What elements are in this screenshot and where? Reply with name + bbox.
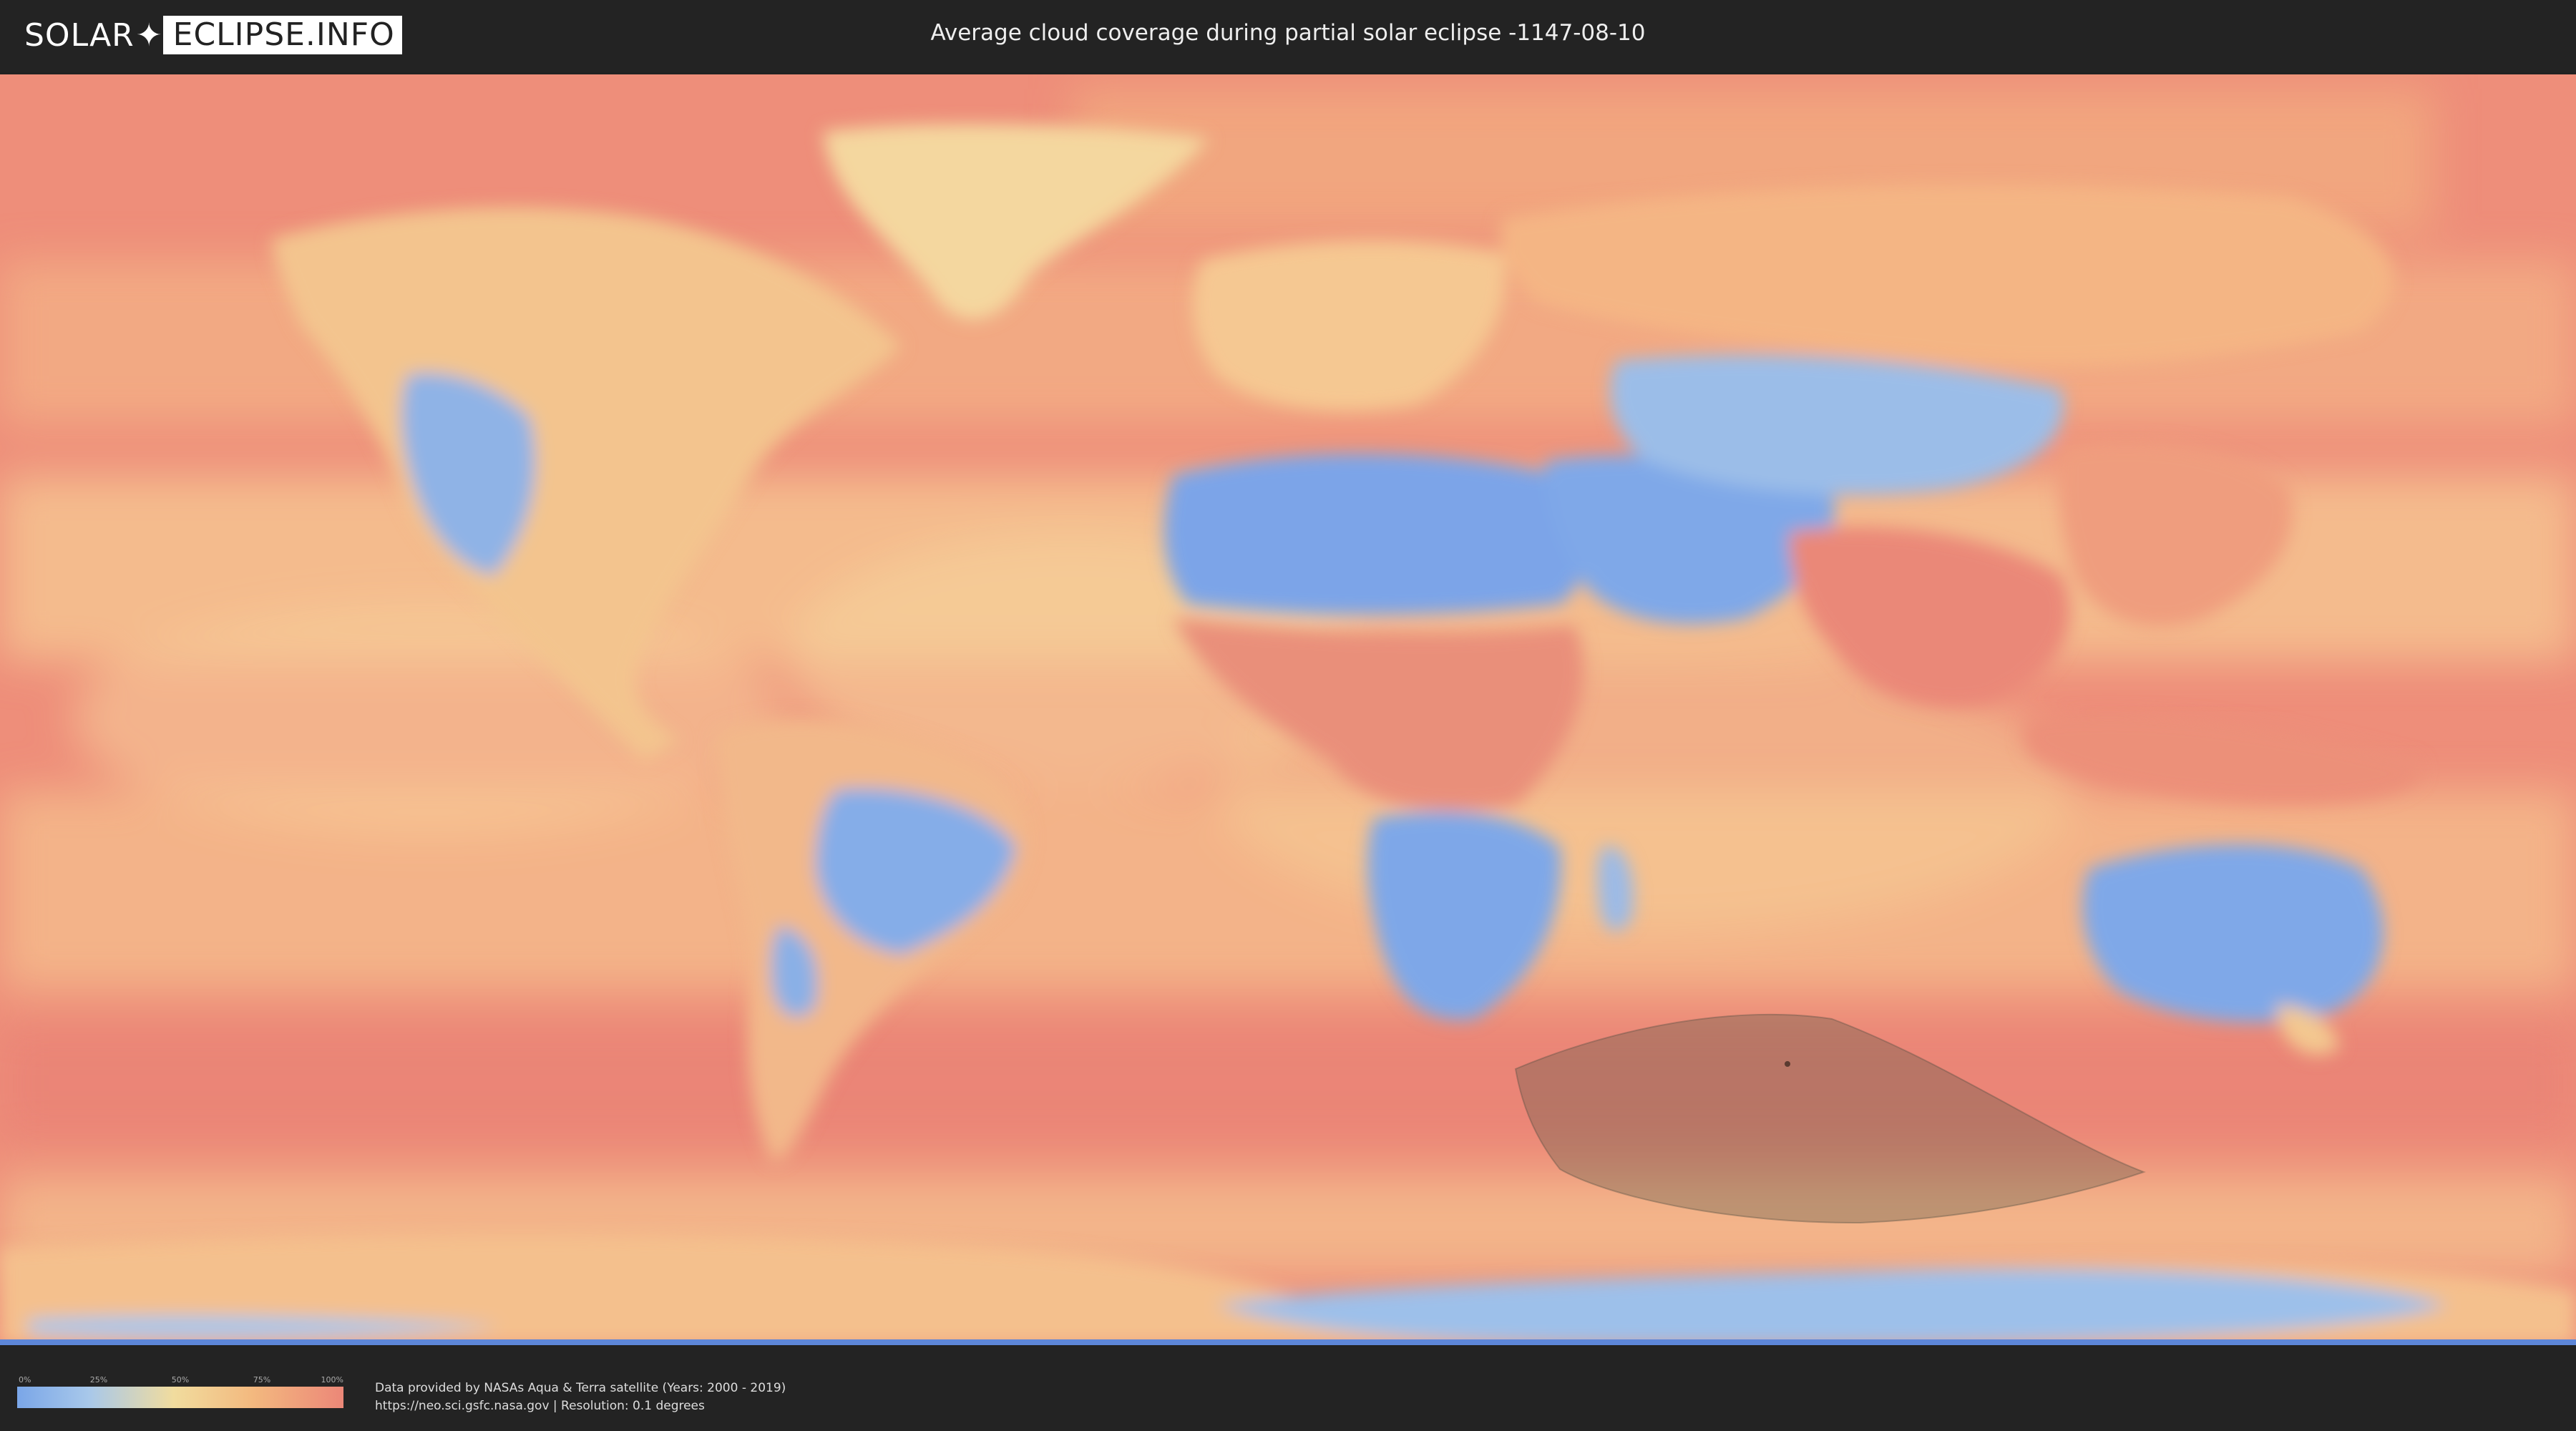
data-credits: Data provided by NASAs Aqua & Terra sate… xyxy=(375,1379,786,1415)
legend-color-bar xyxy=(17,1387,343,1408)
cloud-coverage-map xyxy=(0,74,2576,1345)
page-title: Average cloud coverage during partial so… xyxy=(930,20,1646,46)
credit-line-source: Data provided by NASAs Aqua & Terra sate… xyxy=(375,1381,786,1395)
legend-ticks: 0% 25% 50% 75% 100% xyxy=(17,1375,343,1387)
header-bar: SOLAR ✦ ECLIPSE.INFO Average cloud cover… xyxy=(0,0,2576,72)
africa-north-dry xyxy=(1163,454,1590,615)
credit-line-url: https://neo.sci.gsfc.nasa.gov | Resoluti… xyxy=(375,1399,705,1413)
legend-tick-75: 75% xyxy=(253,1375,271,1384)
legend-tick-100: 100% xyxy=(321,1375,343,1384)
legend-tick-25: 25% xyxy=(89,1375,108,1384)
legend-tick-0: 0% xyxy=(19,1375,31,1384)
world-map-svg xyxy=(0,74,2576,1345)
cloud-coverage-legend: 0% 25% 50% 75% 100% xyxy=(17,1375,343,1408)
legend-tick-50: 50% xyxy=(171,1375,190,1384)
map-bottom-edge xyxy=(0,1339,2576,1345)
eclipse-max-point-marker xyxy=(1785,1061,1790,1067)
